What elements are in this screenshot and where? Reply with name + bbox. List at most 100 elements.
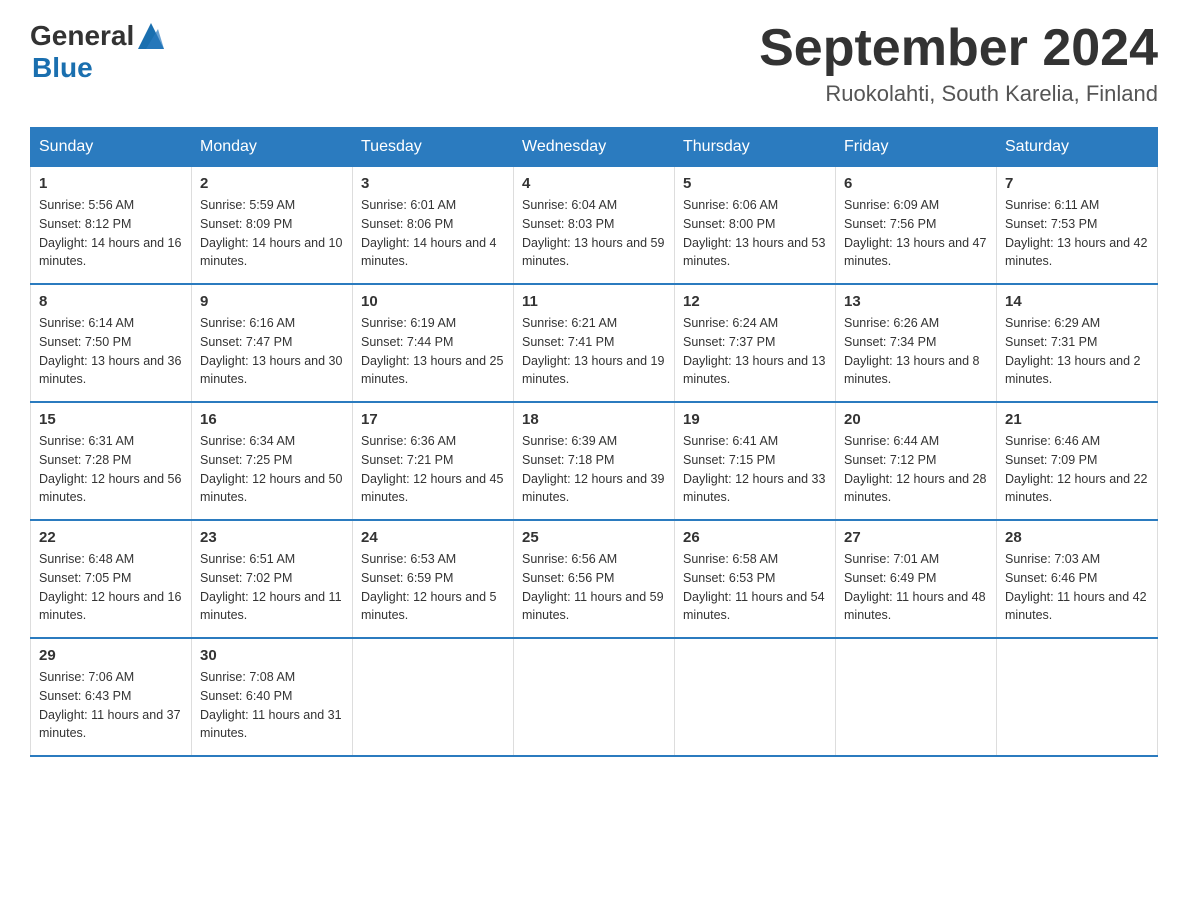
- day-info: Sunrise: 6:51 AM Sunset: 7:02 PM Dayligh…: [200, 550, 344, 625]
- day-info: Sunrise: 7:08 AM Sunset: 6:40 PM Dayligh…: [200, 668, 344, 743]
- day-info: Sunrise: 6:06 AM Sunset: 8:00 PM Dayligh…: [683, 196, 827, 271]
- calendar-cell: [836, 638, 997, 756]
- day-number: 22: [39, 529, 183, 546]
- calendar-cell: 12 Sunrise: 6:24 AM Sunset: 7:37 PM Dayl…: [675, 284, 836, 402]
- logo-line1: General: [30, 20, 166, 52]
- column-header-sunday: Sunday: [31, 128, 192, 167]
- day-info: Sunrise: 6:41 AM Sunset: 7:15 PM Dayligh…: [683, 432, 827, 507]
- day-number: 9: [200, 293, 344, 310]
- column-header-saturday: Saturday: [997, 128, 1158, 167]
- day-number: 19: [683, 411, 827, 428]
- day-number: 7: [1005, 175, 1149, 192]
- logo-icon: [136, 21, 166, 51]
- calendar-cell: 5 Sunrise: 6:06 AM Sunset: 8:00 PM Dayli…: [675, 167, 836, 285]
- calendar-week-row: 1 Sunrise: 5:56 AM Sunset: 8:12 PM Dayli…: [31, 167, 1158, 285]
- calendar-cell: [514, 638, 675, 756]
- day-info: Sunrise: 7:03 AM Sunset: 6:46 PM Dayligh…: [1005, 550, 1149, 625]
- day-number: 17: [361, 411, 505, 428]
- day-info: Sunrise: 5:59 AM Sunset: 8:09 PM Dayligh…: [200, 196, 344, 271]
- day-number: 6: [844, 175, 988, 192]
- calendar-cell: 26 Sunrise: 6:58 AM Sunset: 6:53 PM Dayl…: [675, 520, 836, 638]
- calendar-cell: 24 Sunrise: 6:53 AM Sunset: 6:59 PM Dayl…: [353, 520, 514, 638]
- day-number: 24: [361, 529, 505, 546]
- day-number: 25: [522, 529, 666, 546]
- day-number: 26: [683, 529, 827, 546]
- calendar-week-row: 8 Sunrise: 6:14 AM Sunset: 7:50 PM Dayli…: [31, 284, 1158, 402]
- calendar-cell: 6 Sunrise: 6:09 AM Sunset: 7:56 PM Dayli…: [836, 167, 997, 285]
- day-info: Sunrise: 6:04 AM Sunset: 8:03 PM Dayligh…: [522, 196, 666, 271]
- calendar-cell: 7 Sunrise: 6:11 AM Sunset: 7:53 PM Dayli…: [997, 167, 1158, 285]
- day-info: Sunrise: 6:58 AM Sunset: 6:53 PM Dayligh…: [683, 550, 827, 625]
- day-info: Sunrise: 6:31 AM Sunset: 7:28 PM Dayligh…: [39, 432, 183, 507]
- page-header: General Blue September 2024 Ruokolahti, …: [30, 20, 1158, 107]
- day-info: Sunrise: 5:56 AM Sunset: 8:12 PM Dayligh…: [39, 196, 183, 271]
- day-info: Sunrise: 6:39 AM Sunset: 7:18 PM Dayligh…: [522, 432, 666, 507]
- day-number: 11: [522, 293, 666, 310]
- calendar-header-row: SundayMondayTuesdayWednesdayThursdayFrid…: [31, 128, 1158, 167]
- day-number: 4: [522, 175, 666, 192]
- logo-text-blue: Blue: [32, 52, 93, 84]
- calendar-cell: 8 Sunrise: 6:14 AM Sunset: 7:50 PM Dayli…: [31, 284, 192, 402]
- calendar-cell: 15 Sunrise: 6:31 AM Sunset: 7:28 PM Dayl…: [31, 402, 192, 520]
- day-info: Sunrise: 6:26 AM Sunset: 7:34 PM Dayligh…: [844, 314, 988, 389]
- calendar-table: SundayMondayTuesdayWednesdayThursdayFrid…: [30, 127, 1158, 757]
- day-info: Sunrise: 6:14 AM Sunset: 7:50 PM Dayligh…: [39, 314, 183, 389]
- day-number: 27: [844, 529, 988, 546]
- day-number: 29: [39, 647, 183, 664]
- day-info: Sunrise: 6:44 AM Sunset: 7:12 PM Dayligh…: [844, 432, 988, 507]
- day-number: 3: [361, 175, 505, 192]
- calendar-cell: 17 Sunrise: 6:36 AM Sunset: 7:21 PM Dayl…: [353, 402, 514, 520]
- column-header-monday: Monday: [192, 128, 353, 167]
- calendar-cell: [997, 638, 1158, 756]
- calendar-cell: 2 Sunrise: 5:59 AM Sunset: 8:09 PM Dayli…: [192, 167, 353, 285]
- day-info: Sunrise: 6:16 AM Sunset: 7:47 PM Dayligh…: [200, 314, 344, 389]
- calendar-cell: 29 Sunrise: 7:06 AM Sunset: 6:43 PM Dayl…: [31, 638, 192, 756]
- calendar-cell: 22 Sunrise: 6:48 AM Sunset: 7:05 PM Dayl…: [31, 520, 192, 638]
- calendar-cell: 19 Sunrise: 6:41 AM Sunset: 7:15 PM Dayl…: [675, 402, 836, 520]
- day-number: 5: [683, 175, 827, 192]
- calendar-cell: 1 Sunrise: 5:56 AM Sunset: 8:12 PM Dayli…: [31, 167, 192, 285]
- title-area: September 2024 Ruokolahti, South Karelia…: [759, 20, 1158, 107]
- column-header-thursday: Thursday: [675, 128, 836, 167]
- day-info: Sunrise: 6:24 AM Sunset: 7:37 PM Dayligh…: [683, 314, 827, 389]
- day-number: 1: [39, 175, 183, 192]
- logo: General Blue: [30, 20, 166, 84]
- day-info: Sunrise: 6:34 AM Sunset: 7:25 PM Dayligh…: [200, 432, 344, 507]
- day-info: Sunrise: 6:09 AM Sunset: 7:56 PM Dayligh…: [844, 196, 988, 271]
- day-number: 12: [683, 293, 827, 310]
- calendar-cell: 10 Sunrise: 6:19 AM Sunset: 7:44 PM Dayl…: [353, 284, 514, 402]
- day-info: Sunrise: 7:06 AM Sunset: 6:43 PM Dayligh…: [39, 668, 183, 743]
- calendar-cell: 16 Sunrise: 6:34 AM Sunset: 7:25 PM Dayl…: [192, 402, 353, 520]
- day-info: Sunrise: 6:46 AM Sunset: 7:09 PM Dayligh…: [1005, 432, 1149, 507]
- calendar-week-row: 15 Sunrise: 6:31 AM Sunset: 7:28 PM Dayl…: [31, 402, 1158, 520]
- calendar-cell: 30 Sunrise: 7:08 AM Sunset: 6:40 PM Dayl…: [192, 638, 353, 756]
- day-info: Sunrise: 6:36 AM Sunset: 7:21 PM Dayligh…: [361, 432, 505, 507]
- day-info: Sunrise: 7:01 AM Sunset: 6:49 PM Dayligh…: [844, 550, 988, 625]
- day-number: 23: [200, 529, 344, 546]
- day-info: Sunrise: 6:19 AM Sunset: 7:44 PM Dayligh…: [361, 314, 505, 389]
- calendar-week-row: 22 Sunrise: 6:48 AM Sunset: 7:05 PM Dayl…: [31, 520, 1158, 638]
- day-number: 16: [200, 411, 344, 428]
- calendar-cell: [353, 638, 514, 756]
- day-number: 28: [1005, 529, 1149, 546]
- day-number: 14: [1005, 293, 1149, 310]
- day-info: Sunrise: 6:29 AM Sunset: 7:31 PM Dayligh…: [1005, 314, 1149, 389]
- day-number: 2: [200, 175, 344, 192]
- calendar-cell: 20 Sunrise: 6:44 AM Sunset: 7:12 PM Dayl…: [836, 402, 997, 520]
- column-header-friday: Friday: [836, 128, 997, 167]
- day-number: 13: [844, 293, 988, 310]
- calendar-cell: 27 Sunrise: 7:01 AM Sunset: 6:49 PM Dayl…: [836, 520, 997, 638]
- day-info: Sunrise: 6:01 AM Sunset: 8:06 PM Dayligh…: [361, 196, 505, 271]
- calendar-cell: 13 Sunrise: 6:26 AM Sunset: 7:34 PM Dayl…: [836, 284, 997, 402]
- calendar-cell: 9 Sunrise: 6:16 AM Sunset: 7:47 PM Dayli…: [192, 284, 353, 402]
- day-number: 21: [1005, 411, 1149, 428]
- calendar-title: September 2024: [759, 20, 1158, 77]
- day-number: 10: [361, 293, 505, 310]
- day-number: 8: [39, 293, 183, 310]
- calendar-subtitle: Ruokolahti, South Karelia, Finland: [759, 81, 1158, 107]
- day-info: Sunrise: 6:48 AM Sunset: 7:05 PM Dayligh…: [39, 550, 183, 625]
- calendar-cell: 25 Sunrise: 6:56 AM Sunset: 6:56 PM Dayl…: [514, 520, 675, 638]
- calendar-cell: 28 Sunrise: 7:03 AM Sunset: 6:46 PM Dayl…: [997, 520, 1158, 638]
- calendar-cell: [675, 638, 836, 756]
- column-header-wednesday: Wednesday: [514, 128, 675, 167]
